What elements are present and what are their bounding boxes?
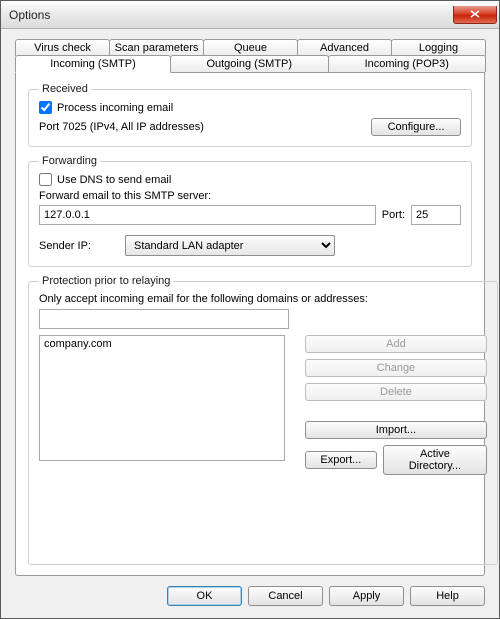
active-directory-button[interactable]: Active Directory...: [383, 445, 487, 475]
tab-virus-check[interactable]: Virus check: [15, 39, 110, 56]
tab-incoming-pop3[interactable]: Incoming (POP3): [328, 55, 487, 72]
forwarding-legend: Forwarding: [39, 155, 100, 167]
tab-page-incoming-smtp: Received Process incoming email Port 702…: [15, 72, 485, 576]
tab-advanced[interactable]: Advanced: [297, 39, 392, 56]
process-incoming-checkbox-row[interactable]: Process incoming email: [39, 101, 461, 114]
cancel-button[interactable]: Cancel: [248, 586, 323, 606]
apply-button[interactable]: Apply: [329, 586, 404, 606]
only-accept-label: Only accept incoming email for the follo…: [39, 293, 487, 305]
delete-button[interactable]: Delete: [305, 383, 487, 401]
use-dns-checkbox-row[interactable]: Use DNS to send email: [39, 173, 461, 186]
tab-scan-parameters[interactable]: Scan parameters: [109, 39, 204, 56]
import-button[interactable]: Import...: [305, 421, 487, 439]
tab-strip: Virus check Scan parameters Queue Advanc…: [15, 39, 485, 72]
process-incoming-label: Process incoming email: [57, 102, 173, 114]
ok-button[interactable]: OK: [167, 586, 242, 606]
change-button[interactable]: Change: [305, 359, 487, 377]
port-text: Port 7025 (IPv4, All IP addresses): [39, 121, 204, 133]
content-area: Virus check Scan parameters Queue Advanc…: [1, 29, 499, 576]
protection-legend: Protection prior to relaying: [39, 275, 173, 287]
list-item[interactable]: company.com: [44, 338, 280, 350]
window-controls: [453, 6, 499, 24]
dialog-buttons: OK Cancel Apply Help: [1, 576, 499, 618]
forwarding-group: Forwarding Use DNS to send email Forward…: [28, 155, 472, 267]
domain-listbox[interactable]: company.com: [39, 335, 285, 461]
configure-button[interactable]: Configure...: [371, 118, 461, 136]
use-dns-label: Use DNS to send email: [57, 174, 171, 186]
tab-logging[interactable]: Logging: [391, 39, 486, 56]
close-icon: [470, 10, 480, 18]
domain-input[interactable]: [39, 309, 289, 329]
tab-incoming-smtp[interactable]: Incoming (SMTP): [15, 55, 171, 73]
process-incoming-checkbox[interactable]: [39, 101, 52, 114]
protection-group: Protection prior to relaying Only accept…: [28, 275, 498, 565]
use-dns-checkbox[interactable]: [39, 173, 52, 186]
sender-ip-label: Sender IP:: [39, 240, 119, 252]
tab-outgoing-smtp[interactable]: Outgoing (SMTP): [170, 55, 329, 72]
close-button[interactable]: [453, 6, 497, 24]
sender-ip-select[interactable]: Standard LAN adapter: [125, 235, 335, 256]
forward-server-input[interactable]: [39, 205, 376, 225]
help-button[interactable]: Help: [410, 586, 485, 606]
port-label: Port:: [382, 209, 405, 221]
titlebar: Options: [1, 1, 499, 29]
window-title: Options: [9, 8, 50, 22]
forward-server-label: Forward email to this SMTP server:: [39, 190, 461, 202]
port-input[interactable]: [411, 205, 461, 225]
tab-queue[interactable]: Queue: [203, 39, 298, 56]
add-button[interactable]: Add: [305, 335, 487, 353]
export-button[interactable]: Export...: [305, 451, 377, 469]
options-window: Options Virus check Scan parameters Queu…: [0, 0, 500, 619]
received-group: Received Process incoming email Port 702…: [28, 83, 472, 147]
received-legend: Received: [39, 83, 91, 95]
